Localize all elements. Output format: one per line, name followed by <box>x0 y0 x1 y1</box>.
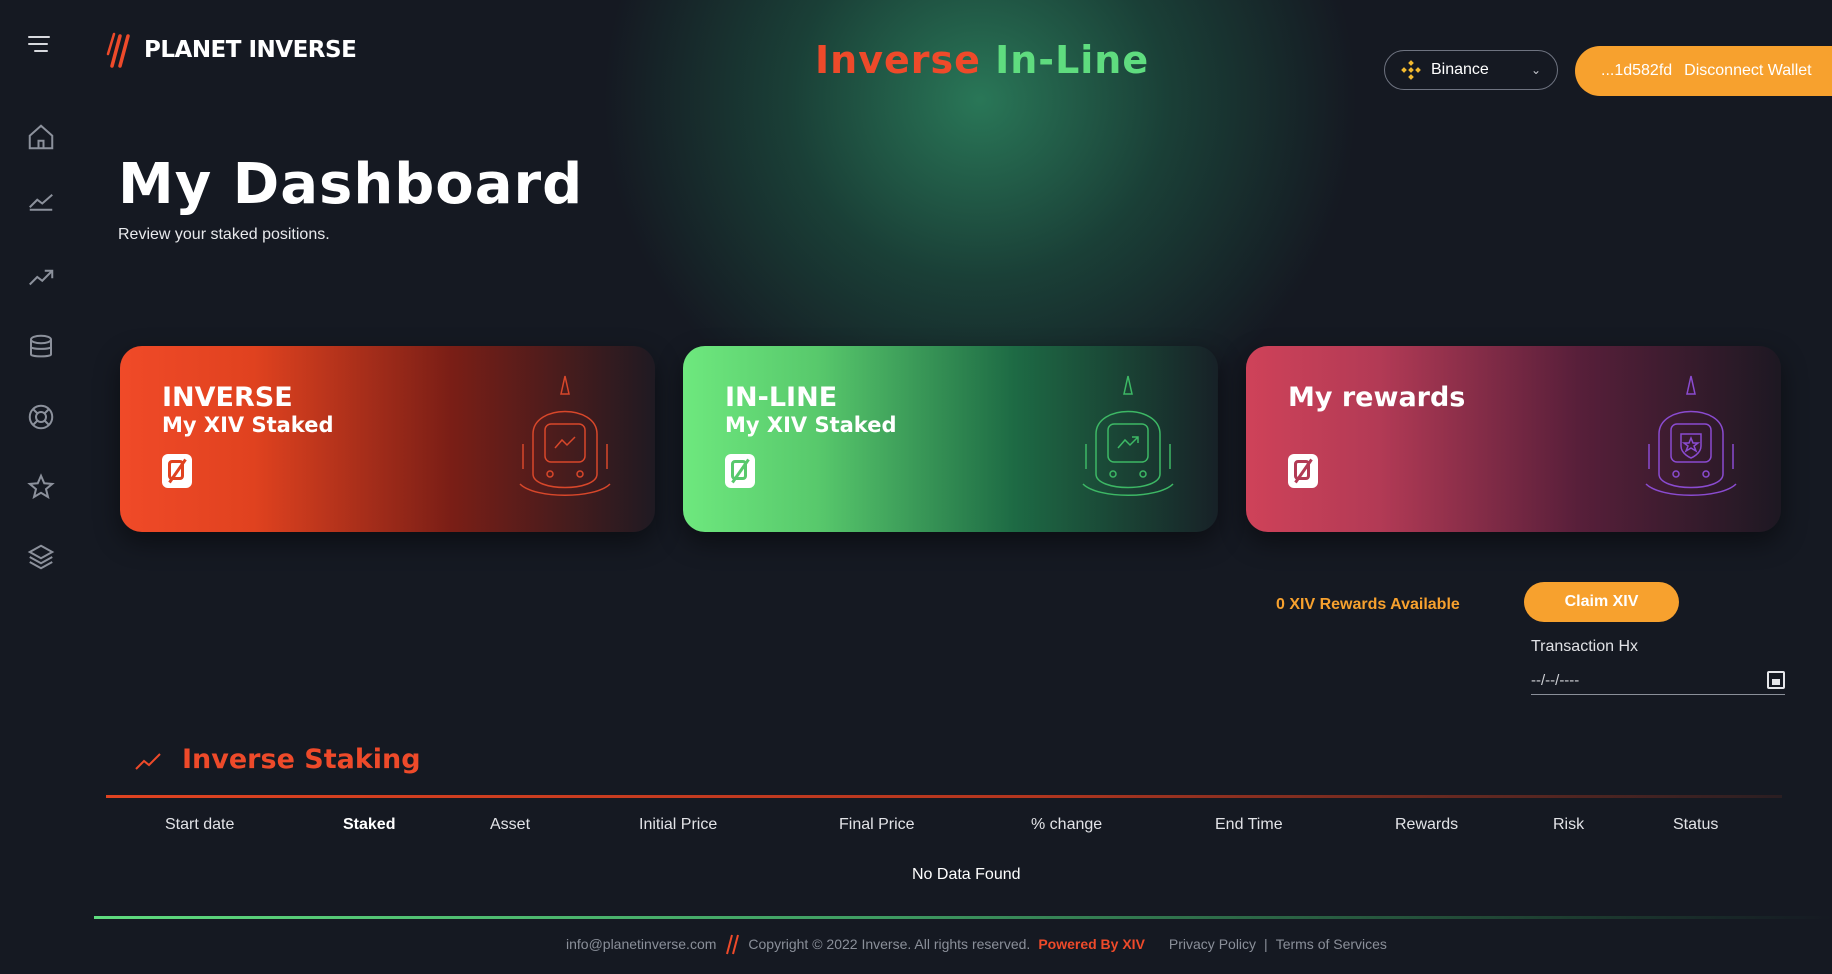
date-placeholder: --/--/---- <box>1531 671 1580 689</box>
column-header-end-time[interactable]: End Time <box>1215 816 1283 834</box>
calendar-icon[interactable] <box>1767 671 1785 689</box>
network-selector[interactable]: Binance ⌄ <box>1384 50 1558 90</box>
brand-title-inverse: Inverse <box>815 38 981 82</box>
card-value: 0 <box>1288 454 1318 488</box>
disconnect-wallet-button[interactable]: ...1d582fd Disconnect Wallet <box>1575 46 1832 96</box>
card-title: INVERSE <box>162 382 293 413</box>
brand-title-inline: In-Line <box>995 38 1150 82</box>
card-value: 0 <box>725 454 755 488</box>
column-header-risk[interactable]: Risk <box>1553 816 1584 834</box>
logo-mark-icon <box>726 934 740 955</box>
star-icon[interactable] <box>22 468 60 506</box>
column-header-rewards[interactable]: Rewards <box>1395 816 1458 834</box>
astronaut-helmet-icon <box>1082 375 1174 496</box>
card-title: IN-LINE <box>725 382 838 413</box>
page-title: My Dashboard <box>118 152 584 217</box>
card-title: My rewards <box>1288 382 1466 413</box>
binance-icon <box>1401 60 1421 80</box>
footer: info@planetinverse.com Copyright © 2022 … <box>566 933 1387 955</box>
rewards-available-text: 0 XIV Rewards Available <box>1276 596 1460 613</box>
my-rewards-card: My rewards 0 <box>1246 346 1781 532</box>
wallet-address: ...1d582fd <box>1601 62 1673 79</box>
wallet-action-label: Disconnect Wallet <box>1684 62 1812 79</box>
claim-xiv-button[interactable]: Claim XIV <box>1524 582 1679 622</box>
transaction-history-label: Transaction Hx <box>1531 638 1638 655</box>
footer-powered-by: Powered By XIV <box>1038 936 1145 952</box>
logo[interactable]: PLANET INVERSE <box>106 32 357 68</box>
astronaut-helmet-icon <box>1645 375 1737 496</box>
terms-of-services-link[interactable]: Terms of Services <box>1276 936 1387 952</box>
card-subtitle: My XIV Staked <box>162 413 334 437</box>
footer-divider <box>94 916 1832 919</box>
column-header-staked[interactable]: Staked <box>343 816 395 834</box>
trend-down-chart-icon[interactable] <box>22 182 60 220</box>
inverse-staking-header: Inverse Staking <box>134 744 421 775</box>
footer-separator: | <box>1264 936 1268 952</box>
lifebuoy-icon[interactable] <box>22 398 60 436</box>
transaction-date-input[interactable]: --/--/---- <box>1531 666 1785 695</box>
sidebar <box>0 0 82 974</box>
trend-down-chart-icon <box>135 752 161 770</box>
footer-copyright: Copyright © 2022 Inverse. All rights res… <box>748 936 1031 952</box>
column-header-percent-change[interactable]: % change <box>1031 816 1102 834</box>
column-header-start-date[interactable]: Start date <box>165 816 234 834</box>
trend-up-chart-icon[interactable] <box>22 258 60 296</box>
section-divider <box>106 795 1782 798</box>
chevron-down-icon: ⌄ <box>1530 63 1541 77</box>
empty-table-message: No Data Found <box>912 866 1021 883</box>
menu-toggle-icon[interactable] <box>28 36 54 58</box>
layers-icon[interactable] <box>22 538 60 576</box>
database-icon[interactable] <box>22 328 60 366</box>
card-value: 0 <box>162 454 192 488</box>
column-header-initial-price[interactable]: Initial Price <box>639 816 717 834</box>
brand-title: Inverse In-Line <box>815 38 1149 82</box>
page-subtitle: Review your staked positions. <box>118 226 330 243</box>
inline-staked-card: IN-LINE My XIV Staked 0 <box>683 346 1218 532</box>
inverse-staked-card: INVERSE My XIV Staked 0 <box>120 346 655 532</box>
column-header-status[interactable]: Status <box>1673 816 1718 834</box>
column-header-asset[interactable]: Asset <box>490 816 530 834</box>
section-title: Inverse Staking <box>182 744 421 775</box>
column-header-final-price[interactable]: Final Price <box>839 816 915 834</box>
privacy-policy-link[interactable]: Privacy Policy <box>1169 936 1256 952</box>
footer-email-link[interactable]: info@planetinverse.com <box>566 936 716 952</box>
card-subtitle: My XIV Staked <box>725 413 897 437</box>
logo-mark-icon <box>106 32 130 68</box>
network-label: Binance <box>1431 61 1489 78</box>
astronaut-helmet-icon <box>519 375 611 496</box>
home-icon[interactable] <box>22 118 60 156</box>
logo-text: PLANET INVERSE <box>144 37 357 63</box>
